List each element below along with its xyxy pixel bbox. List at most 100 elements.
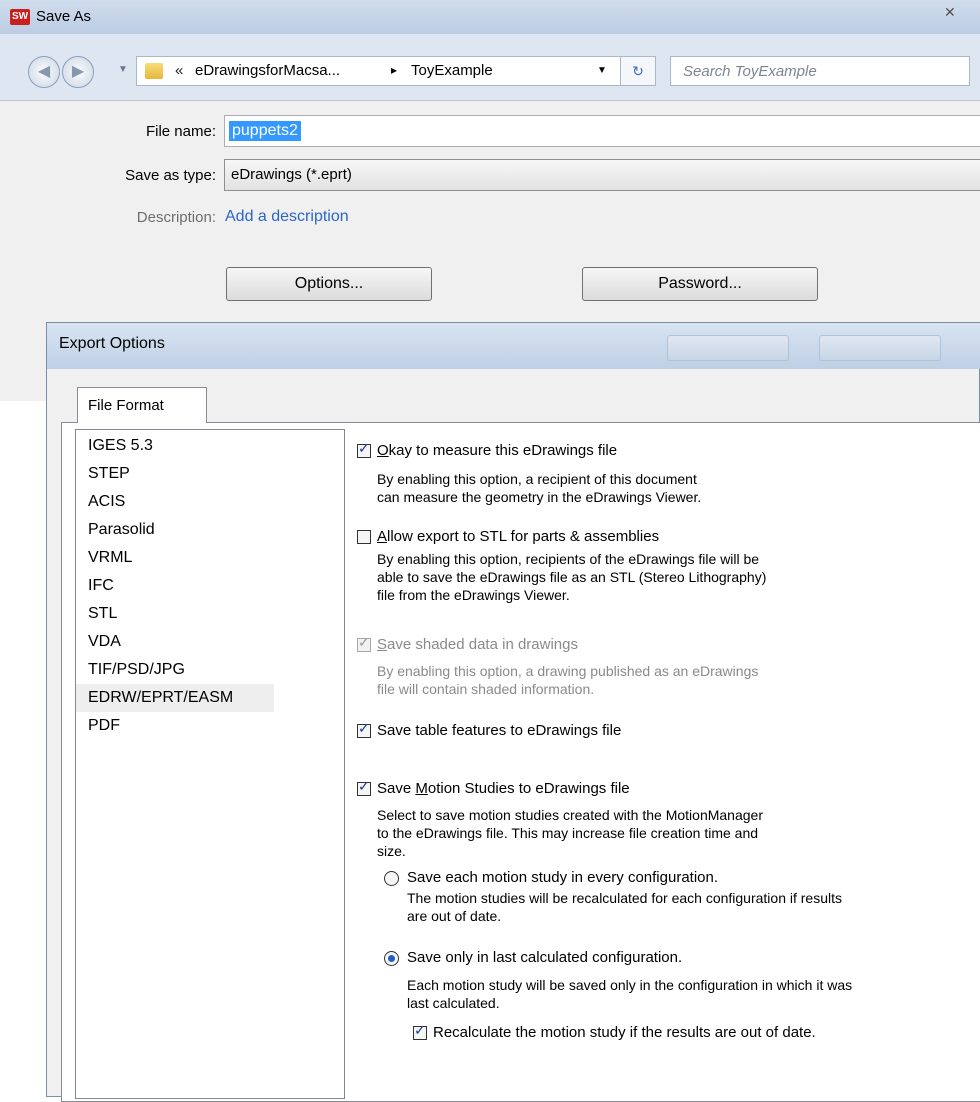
motion-label-pre: Save [377, 780, 416, 797]
file-name-input[interactable]: puppets2 [224, 115, 980, 147]
measure-checkbox[interactable]: ✓ [357, 440, 371, 458]
stl-label-text: llow export to STL for parts & assemblie… [387, 528, 660, 545]
format-item-edrw-eprt-easm[interactable]: EDRW/EPRT/EASM [76, 684, 274, 712]
stl-desc-line: file from the eDrawings Viewer. [377, 587, 570, 603]
each-config-label[interactable]: Save each motion study in every configur… [407, 869, 718, 886]
password-button[interactable]: Password... [582, 267, 818, 301]
motion-studies-description: Select to save motion studies created wi… [377, 806, 763, 860]
solidworks-app-icon: SW [10, 9, 30, 25]
stl-export-checkbox[interactable] [357, 530, 371, 544]
shaded-data-checkbox: ✓ [357, 634, 371, 652]
format-item-tif-psd-jpg[interactable]: TIF/PSD/JPG [82, 656, 191, 684]
address-separator-arrow-icon[interactable]: ▸ [391, 63, 397, 77]
background-cancel-button [819, 335, 941, 361]
save-as-type-select[interactable]: eDrawings (*.eprt) [224, 159, 980, 191]
add-description-link[interactable]: Add a description [225, 208, 349, 226]
each-config-desc-line: The motion studies will be recalculated … [407, 890, 842, 906]
save-as-title: Save As [36, 8, 92, 25]
forward-arrow-icon: ▶ [71, 63, 85, 80]
each-config-radio[interactable] [384, 871, 399, 886]
description-label: Description: [136, 209, 216, 226]
measure-desc-line: can measure the geometry in the eDrawing… [377, 489, 702, 505]
table-features-label[interactable]: Save table features to eDrawings file [377, 722, 621, 739]
format-item-iges[interactable]: IGES 5.3 [82, 432, 159, 460]
folder-icon [145, 63, 163, 79]
shaded-data-description: By enabling this option, a drawing publi… [377, 662, 758, 698]
export-options-title: Export Options [59, 335, 165, 352]
recalculate-checkbox[interactable]: ✓ [413, 1022, 427, 1040]
address-segment-current[interactable]: ToyExample [411, 62, 493, 79]
tab-file-format[interactable]: File Format [77, 387, 207, 423]
stl-desc-line: able to save the eDrawings file as an ST… [377, 569, 767, 585]
motion-studies-checkbox[interactable]: ✓ [357, 778, 371, 796]
measure-label-text: kay to measure this eDrawings file [388, 442, 618, 459]
back-button[interactable]: ◀ [28, 56, 60, 88]
navigation-bar: ◀ ▶ ▼ « eDrawingsforMacsa... ▸ ToyExampl… [0, 52, 980, 96]
motion-accel: M [415, 780, 428, 797]
stl-export-label[interactable]: Allow export to STL for parts & assembli… [377, 528, 659, 545]
format-item-stl[interactable]: STL [82, 600, 123, 628]
format-item-acis[interactable]: ACIS [82, 488, 131, 516]
address-segment-parent[interactable]: eDrawingsforMacsa... [195, 62, 340, 79]
search-input[interactable]: Search ToyExample [670, 56, 970, 86]
check-icon: ✓ [414, 1022, 426, 1038]
table-features-checkbox[interactable]: ✓ [357, 721, 371, 738]
each-config-description: The motion studies will be recalculated … [407, 889, 842, 925]
motion-label-text: otion Studies to eDrawings file [427, 780, 630, 797]
stl-export-description: By enabling this option, recipients of t… [377, 550, 766, 604]
recalculate-label[interactable]: Recalculate the motion study if the resu… [433, 1024, 816, 1041]
last-config-label[interactable]: Save only in last calculated configurati… [407, 949, 682, 966]
export-options-titlebar: Export Options [47, 323, 980, 369]
motion-desc-line: size. [377, 843, 406, 859]
last-config-desc-line: Each motion study will be saved only in … [407, 977, 853, 993]
shaded-desc-line: file will contain shaded information. [377, 681, 595, 697]
format-item-vrml[interactable]: VRML [82, 544, 138, 572]
check-icon: ✓ [358, 634, 370, 650]
shaded-accel: S [377, 636, 388, 653]
save-as-titlebar: SW Save As ✕ [0, 0, 980, 34]
last-config-desc-line: last calculated. [407, 995, 500, 1011]
shaded-data-label: Save shaded data in drawings [377, 636, 578, 653]
close-icon[interactable]: ✕ [944, 4, 956, 21]
measure-desc-line: By enabling this option, a recipient of … [377, 471, 697, 487]
measure-label[interactable]: Okay to measure this eDrawings file [377, 442, 617, 459]
back-arrow-icon: ◀ [37, 63, 51, 80]
stl-accel: A [377, 528, 388, 545]
shaded-label-text: ave shaded data in drawings [387, 636, 578, 653]
refresh-button[interactable]: ↻ [620, 56, 656, 86]
format-item-ifc[interactable]: IFC [82, 572, 120, 600]
check-icon: ✓ [358, 778, 370, 794]
measure-description: By enabling this option, a recipient of … [377, 470, 701, 506]
check-icon: ✓ [358, 440, 370, 456]
motion-desc-line: Select to save motion studies created wi… [377, 807, 763, 823]
last-config-radio[interactable] [384, 951, 399, 966]
motion-studies-label[interactable]: Save Motion Studies to eDrawings file [377, 780, 630, 797]
recent-pages-dropdown-icon[interactable]: ▼ [118, 64, 128, 75]
last-config-description: Each motion study will be saved only in … [407, 976, 852, 1012]
format-item-parasolid[interactable]: Parasolid [82, 516, 161, 544]
address-dropdown-icon[interactable]: ▼ [597, 65, 607, 76]
tab-file-format-label: File Format [88, 397, 164, 414]
file-format-list[interactable]: IGES 5.3 STEP ACIS Parasolid VRML IFC ST… [75, 429, 345, 1099]
measure-accel: O [377, 442, 389, 459]
format-item-step[interactable]: STEP [82, 460, 136, 488]
file-name-value: puppets2 [229, 121, 301, 141]
shaded-desc-line: By enabling this option, a drawing publi… [377, 663, 759, 679]
motion-desc-line: to the eDrawings file. This may increase… [377, 825, 759, 841]
save-as-type-value: eDrawings (*.eprt) [231, 166, 352, 183]
format-item-pdf[interactable]: PDF [82, 712, 126, 740]
export-options-dialog: Export Options File Format IGES 5.3 STEP… [46, 322, 980, 1102]
background-save-button [667, 335, 789, 361]
each-config-desc-line: are out of date. [407, 908, 502, 924]
address-bar[interactable]: « eDrawingsforMacsa... ▸ ToyExample ▼ [136, 56, 656, 86]
refresh-icon: ↻ [632, 63, 644, 79]
search-placeholder: Search ToyExample [683, 63, 817, 80]
forward-button[interactable]: ▶ [62, 56, 94, 88]
stl-desc-line: By enabling this option, recipients of t… [377, 551, 760, 567]
format-item-vda[interactable]: VDA [82, 628, 127, 656]
save-as-type-label: Save as type: [125, 167, 216, 184]
address-overflow-chevron[interactable]: « [175, 62, 183, 79]
options-button[interactable]: Options... [226, 267, 432, 301]
file-name-label: File name: [145, 123, 216, 140]
radio-selected-dot [388, 955, 395, 962]
